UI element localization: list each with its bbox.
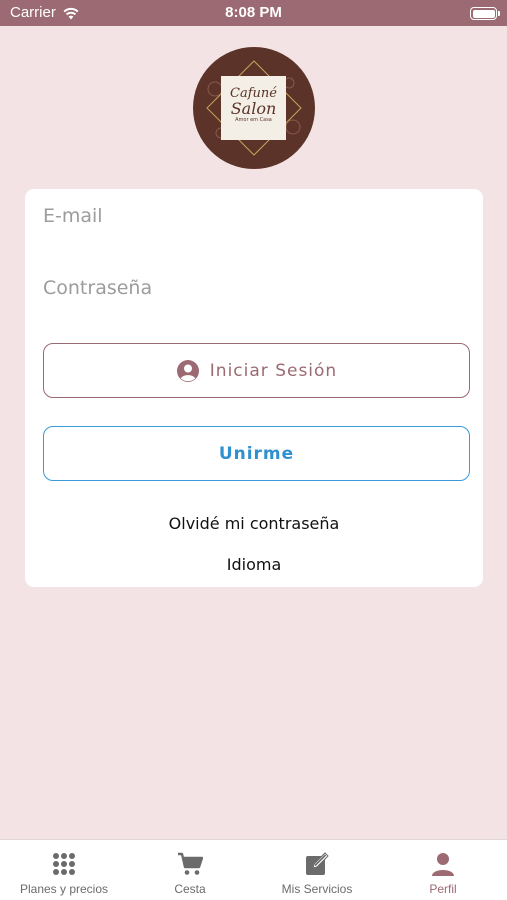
tab-plans-label: Planes y precios	[19, 882, 109, 896]
cart-icon	[178, 852, 203, 875]
logo-tagline: Amor em Casa	[235, 117, 272, 123]
tab-services[interactable]: Mis Servicios	[254, 840, 380, 900]
grid-icon	[53, 853, 75, 875]
status-bar: Carrier 8:08 PM	[0, 0, 507, 26]
salon-logo: Cafuné Salon Amor em Casa	[193, 47, 315, 169]
tab-plans[interactable]: Planes y precios	[1, 840, 127, 900]
tab-bar: Planes y precios Cesta Mis Servicios Per…	[0, 839, 507, 900]
password-field[interactable]	[43, 268, 463, 308]
login-card: Iniciar Sesión Unirme Olvidé mi contrase…	[25, 189, 483, 587]
logo-line-2: Salon	[230, 99, 277, 118]
clock: 8:08 PM	[225, 4, 282, 21]
forgot-password-link[interactable]: Olvidé mi contraseña	[25, 514, 483, 533]
tab-basket-label: Cesta	[174, 882, 206, 896]
join-button[interactable]: Unirme	[43, 426, 470, 481]
language-link[interactable]: Idioma	[25, 555, 483, 574]
screen: Carrier 8:08 PM Cafuné Salon Amor em Cas…	[0, 0, 507, 900]
join-button-label: Unirme	[218, 443, 295, 464]
battery-icon	[470, 7, 500, 20]
edit-icon	[306, 852, 329, 875]
login-button-label: Iniciar Sesión	[209, 360, 338, 381]
tab-services-label: Mis Servicios	[281, 882, 353, 896]
email-field[interactable]	[43, 196, 463, 236]
logo-card: Cafuné Salon Amor em Casa	[221, 76, 286, 140]
tab-profile[interactable]: Perfil	[380, 840, 506, 900]
person-icon	[432, 853, 454, 876]
tab-profile-label: Perfil	[429, 882, 457, 896]
user-circle-icon	[176, 359, 199, 382]
login-button[interactable]: Iniciar Sesión	[43, 343, 470, 398]
tab-basket[interactable]: Cesta	[127, 840, 253, 900]
